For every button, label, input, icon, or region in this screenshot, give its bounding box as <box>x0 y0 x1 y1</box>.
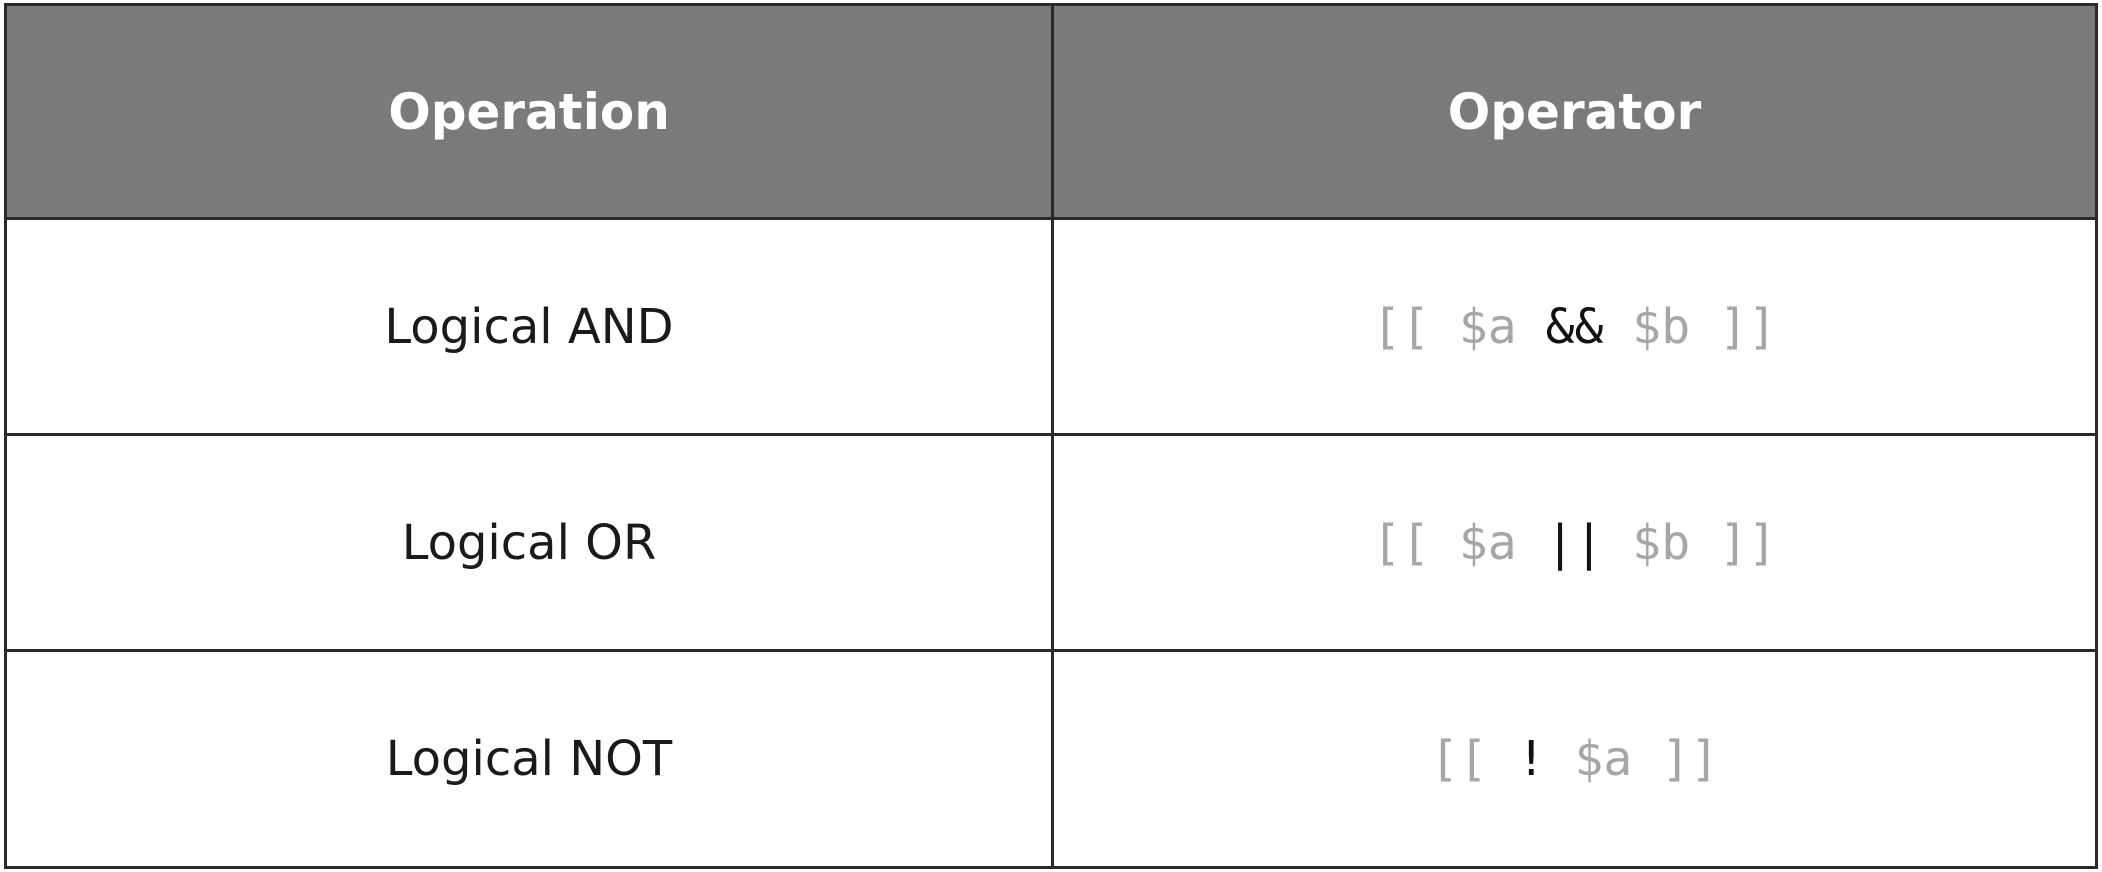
operator-code-and: [[ $a && $b ]] <box>1372 299 1777 355</box>
operator-symbol: || <box>1545 514 1604 571</box>
code-suffix: $a ]] <box>1545 731 1720 787</box>
operator-code-or: [[ $a || $b ]] <box>1372 515 1777 571</box>
code-prefix: [[ $a <box>1372 514 1546 571</box>
code-suffix: $b ]] <box>1603 514 1777 571</box>
row-and-operation: Logical AND <box>7 220 1054 436</box>
row-not-operation: Logical NOT <box>7 652 1054 866</box>
header-operation: Operation <box>7 6 1054 220</box>
row-and-operator: [[ $a && $b ]] <box>1054 220 2095 436</box>
header-operator: Operator <box>1054 6 2095 220</box>
operator-symbol: ! <box>1516 731 1546 787</box>
code-suffix: $b ]] <box>1603 298 1777 355</box>
code-prefix: [[ $a <box>1372 298 1546 355</box>
logical-operators-table: Operation Operator Logical AND [[ $a && … <box>4 3 2098 869</box>
row-not-operator: [[ ! $a ]] <box>1054 652 2095 866</box>
row-or-operation: Logical OR <box>7 436 1054 652</box>
code-prefix: [[ <box>1430 731 1517 787</box>
row-or-operator: [[ $a || $b ]] <box>1054 436 2095 652</box>
operator-code-not: [[ ! $a ]] <box>1430 731 1719 787</box>
operator-symbol: && <box>1545 298 1604 355</box>
